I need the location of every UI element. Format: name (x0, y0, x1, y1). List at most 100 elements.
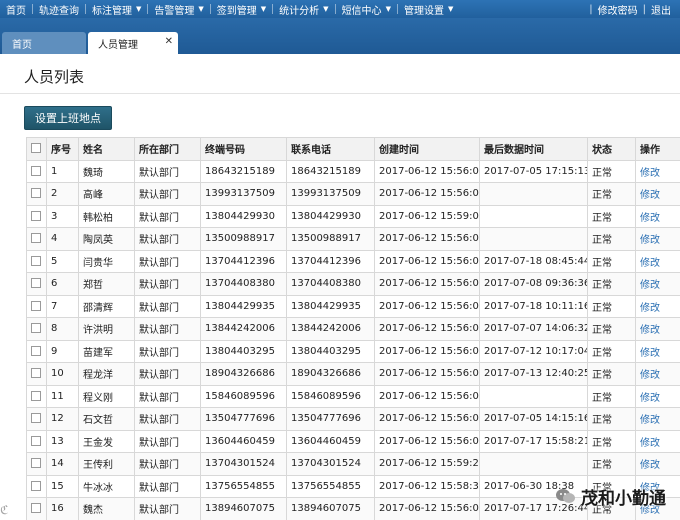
close-icon[interactable]: ✕ (165, 36, 173, 47)
nav-item[interactable]: 告警管理 ▼ (148, 0, 209, 18)
tab-personnel-management[interactable]: 人员管理 ✕ (88, 32, 178, 54)
table-cell: 2017-06-12 15:56:09 (374, 407, 480, 431)
row-checkbox[interactable] (31, 233, 41, 244)
nav-item[interactable]: 管理设置 ▼ (398, 0, 459, 18)
table-row: 10 程龙洋 默认部门 18904326686 18904326686 2017-06-1… (26, 362, 680, 386)
row-checkbox[interactable] (31, 480, 41, 491)
table-cell: 正常 (587, 227, 636, 251)
nav-item[interactable]: 首页 (0, 0, 32, 18)
table-cell: 默认部门 (134, 317, 201, 341)
table-cell: 13704412396 (286, 249, 375, 273)
column-header: 状态 (587, 137, 636, 161)
table-cell: 2017-06-12 15:56:09 (374, 362, 480, 386)
row-checkbox[interactable] (31, 503, 41, 514)
row-checkbox[interactable] (31, 368, 41, 379)
table-cell: 13704408380 (286, 272, 375, 296)
table-row: 6 郑哲 默认部门 13704408380 13704408380 2017-06-12 … (26, 272, 680, 296)
row-checkbox[interactable] (31, 210, 41, 221)
table-cell: 默认部门 (134, 249, 201, 273)
nav-item-label: 首页 (6, 5, 26, 17)
logout-link[interactable]: 退出 (646, 2, 676, 17)
table-cell: 13704301524 (286, 452, 375, 476)
table-cell: 2017-06-12 15:56:09 (374, 182, 480, 206)
table-cell: 修改 (635, 204, 680, 228)
edit-link[interactable]: 修改 (640, 460, 660, 471)
edit-link[interactable]: 修改 (640, 258, 660, 269)
tab-home[interactable]: 首页 (2, 32, 86, 54)
nav-item-label: 签到管理 (216, 5, 257, 17)
table-cell: 王传利 (78, 452, 135, 476)
table-cell: 修改 (635, 362, 680, 386)
nav-item[interactable]: 轨迹查询 (33, 0, 85, 18)
table-cell: 正常 (587, 407, 636, 431)
nav-item[interactable]: 统计分析 ▼ (273, 0, 334, 18)
table-cell: 2017-06-12 15:58:38 (374, 474, 480, 498)
table-cell: 2017-07-12 10:17:04 (479, 339, 588, 363)
row-select-cell (26, 159, 47, 183)
edit-link[interactable]: 修改 (640, 280, 660, 291)
table-cell: 2017-06-12 15:56:09 (374, 294, 480, 318)
row-select-cell (26, 452, 47, 476)
table-cell: 正常 (587, 272, 636, 296)
row-select-cell (26, 182, 47, 206)
table-cell: 2017-07-07 14:06:32 (479, 317, 588, 341)
nav-item[interactable]: 签到管理 ▼ (211, 0, 272, 18)
table-cell: 2017-07-13 12:40:25 (479, 362, 588, 386)
page-title: 人员列表 (24, 68, 85, 86)
table-cell: 正常 (587, 317, 636, 341)
watermark-right: 茂和小勤通 (555, 480, 666, 512)
select-all-checkbox[interactable] (31, 143, 41, 154)
table-row: 7 邵清辉 默认部门 13804429935 13804429935 2017-06-12… (26, 294, 680, 318)
row-checkbox[interactable] (31, 255, 41, 266)
row-checkbox[interactable] (31, 458, 41, 469)
column-header: 所在部门 (134, 137, 201, 161)
table-cell: 14 (46, 452, 79, 476)
edit-link[interactable]: 修改 (640, 303, 660, 314)
row-checkbox[interactable] (31, 188, 41, 199)
edit-link[interactable]: 修改 (640, 325, 660, 336)
table-cell: 13756554855 (286, 474, 375, 498)
edit-link[interactable]: 修改 (640, 438, 660, 449)
row-checkbox[interactable] (31, 345, 41, 356)
table-cell: 13704412396 (200, 249, 287, 273)
row-checkbox[interactable] (31, 300, 41, 311)
change-password-link[interactable]: 修改密码 (593, 2, 643, 17)
table-cell: 13993137509 (200, 182, 287, 206)
table-cell: 默认部门 (134, 294, 201, 318)
edit-link[interactable]: 修改 (640, 190, 660, 201)
table-cell: 8 (46, 317, 79, 341)
edit-link[interactable]: 修改 (640, 415, 660, 426)
edit-link[interactable]: 修改 (640, 348, 660, 359)
row-checkbox[interactable] (31, 165, 41, 176)
nav-item[interactable]: 标注管理 ▼ (86, 0, 147, 18)
nav-item[interactable]: 短信中心 ▼ (336, 0, 397, 18)
table-cell: 13 (46, 429, 79, 453)
table-cell: 13504777696 (286, 407, 375, 431)
column-header: 创建时间 (374, 137, 480, 161)
column-header: 最后数据时间 (479, 137, 588, 161)
table-cell: 2017-07-18 10:11:16 (479, 294, 588, 318)
edit-link[interactable]: 修改 (640, 393, 660, 404)
edit-link[interactable]: 修改 (640, 213, 660, 224)
table-cell: 13604460459 (200, 429, 287, 453)
row-checkbox[interactable] (31, 390, 41, 401)
nav-item-label: 统计分析 (279, 5, 320, 17)
row-checkbox[interactable] (31, 435, 41, 446)
table-cell: 1 (46, 159, 79, 183)
table-cell: 修改 (635, 249, 680, 273)
divider (0, 93, 680, 94)
row-checkbox[interactable] (31, 413, 41, 424)
table-cell: 13804429935 (286, 294, 375, 318)
edit-link[interactable]: 修改 (640, 168, 660, 179)
table-cell: 16 (46, 497, 79, 520)
table-cell: 13844242006 (286, 317, 375, 341)
set-work-location-button[interactable]: 设置上班地点 (24, 106, 112, 130)
row-checkbox[interactable] (31, 323, 41, 334)
edit-link[interactable]: 修改 (640, 235, 660, 246)
edit-link[interactable]: 修改 (640, 370, 660, 381)
table-cell: 正常 (587, 204, 636, 228)
table-cell: 陶凤英 (78, 227, 135, 251)
table-cell: 默认部门 (134, 204, 201, 228)
row-checkbox[interactable] (31, 278, 41, 289)
caret-down-icon: ▼ (260, 5, 267, 13)
